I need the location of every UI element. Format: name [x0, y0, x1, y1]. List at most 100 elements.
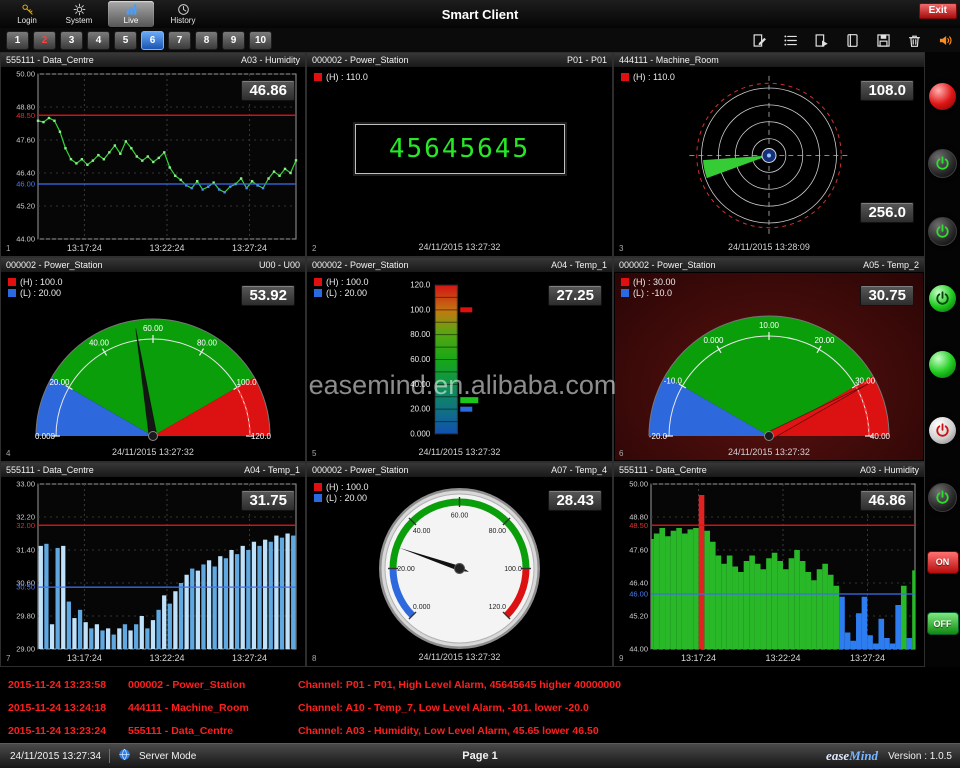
svg-text:13:17:24: 13:17:24 — [67, 243, 102, 253]
alarm-list-button[interactable] — [780, 31, 800, 49]
svg-text:0.000: 0.000 — [703, 336, 724, 345]
legend-text: (H) : 110.0 — [633, 72, 675, 82]
power-icon — [935, 490, 950, 505]
svg-text:120.0: 120.0 — [410, 281, 431, 290]
panel-6-header: 000002 - Power_Station A05 - Temp_2 — [614, 258, 924, 272]
brand-mind: Mind — [849, 748, 878, 763]
svg-text:30.00: 30.00 — [855, 377, 876, 386]
svg-text:40.00: 40.00 — [410, 380, 431, 389]
tab-10[interactable]: 10 — [249, 31, 272, 50]
bookmark-button[interactable] — [842, 31, 862, 49]
alarm-sound-button[interactable] — [935, 31, 955, 49]
legend: (H) : 30.00(L) : -10.0 — [621, 277, 676, 299]
svg-text:10.00: 10.00 — [759, 321, 780, 330]
tab-3[interactable]: 3 — [60, 31, 83, 50]
edit-page-button[interactable] — [749, 31, 769, 49]
svg-text:80.00: 80.00 — [197, 338, 218, 347]
tab-1[interactable]: 1 — [6, 31, 29, 50]
tab-6[interactable]: 6 — [141, 31, 164, 50]
station-label: 555111 - Data_Centre — [6, 55, 94, 65]
side-power-1[interactable] — [928, 149, 957, 178]
svg-text:20.00: 20.00 — [814, 336, 835, 345]
svg-text:33.00: 33.00 — [16, 480, 35, 489]
channel-label: A03 - Humidity — [860, 465, 919, 475]
tab-8[interactable]: 8 — [195, 31, 218, 50]
alarm-station: 444111 - Machine_Room — [128, 702, 298, 714]
status-bar: 24/11/2015 13:27:34 Server Mode Page 1 e… — [0, 743, 960, 768]
alarm-station: 000002 - Power_Station — [128, 679, 298, 691]
svg-text:20.00: 20.00 — [397, 566, 415, 573]
page-play-icon — [814, 33, 829, 48]
side-off-button[interactable]: OFF — [927, 612, 959, 635]
main-area: 555111 - Data_Centre A03 - Humidity 13:1… — [0, 52, 960, 667]
panel-index: 4 — [6, 449, 10, 458]
alarm-time: 2015-11-24 13:23:24 — [8, 725, 128, 737]
alarm-row[interactable]: 2015-11-24 13:23:24555111 - Data_CentreC… — [0, 719, 960, 742]
legend-item: (H) : 30.00 — [621, 277, 676, 287]
svg-text:31.40: 31.40 — [16, 546, 35, 555]
toolbar — [749, 31, 955, 49]
value-badge-bottom: 256.0 — [860, 202, 914, 223]
side-control-panel: ON OFF — [925, 52, 960, 667]
svg-text:48.50: 48.50 — [16, 111, 35, 120]
panel-index: 7 — [6, 654, 10, 663]
alarm-row[interactable]: 2015-11-24 13:23:58000002 - Power_Statio… — [0, 673, 960, 696]
legend-text: (L) : 20.00 — [20, 288, 61, 298]
side-power-2[interactable] — [928, 217, 957, 246]
svg-text:-20.0: -20.0 — [649, 432, 668, 441]
side-on-button[interactable]: ON — [927, 551, 959, 574]
side-power-5[interactable] — [928, 483, 957, 512]
side-power-3[interactable] — [929, 285, 956, 312]
alarm-row[interactable]: 2015-11-24 13:24:18444111 - Machine_Room… — [0, 696, 960, 719]
panel-index: 6 — [619, 449, 623, 458]
tab-5[interactable]: 5 — [114, 31, 137, 50]
app-title: Smart Client — [0, 7, 960, 22]
legend: (H) : 110.0 — [314, 72, 368, 83]
svg-text:13:17:24: 13:17:24 — [681, 653, 716, 663]
value-badge: 28.43 — [548, 490, 602, 511]
svg-text:60.00: 60.00 — [143, 324, 164, 333]
svg-text:46.40: 46.40 — [629, 579, 648, 588]
page-edit-icon — [752, 33, 767, 48]
alarm-list: 2015-11-24 13:23:58000002 - Power_Statio… — [0, 667, 960, 744]
svg-text:13:27:24: 13:27:24 — [232, 243, 267, 253]
panel-1-body: 13:17:2413:22:2413:27:2450.0048.8048.504… — [2, 68, 304, 255]
svg-text:120.0: 120.0 — [489, 604, 507, 611]
panel-8: 000002 - Power_Station A07 - Temp_4 0.00… — [306, 462, 613, 667]
legend-text: (L) : 20.00 — [326, 288, 367, 298]
status-left: 24/11/2015 13:27:34 Server Mode — [10, 748, 196, 764]
legend-color-swatch — [621, 289, 629, 297]
panel-5-header: 000002 - Power_Station A04 - Temp_1 — [307, 258, 612, 272]
server-mode-label: Server Mode — [139, 751, 196, 762]
side-power-4[interactable] — [929, 417, 956, 444]
legend-color-swatch — [314, 494, 322, 502]
tab-7[interactable]: 7 — [168, 31, 191, 50]
run-page-button[interactable] — [811, 31, 831, 49]
svg-text:0.000: 0.000 — [413, 604, 431, 611]
exit-button[interactable]: Exit — [919, 3, 957, 19]
top-bar: LoginSystemLiveHistory Smart Client Exit — [0, 0, 960, 28]
tab-9[interactable]: 9 — [222, 31, 245, 50]
side-indicator-red[interactable] — [929, 83, 956, 110]
panel-4-body: 0.00020.0040.0060.0080.00100.0120.0 (H) … — [2, 273, 304, 460]
svg-text:100.0: 100.0 — [237, 378, 258, 387]
svg-text:20.00: 20.00 — [49, 378, 70, 387]
station-label: 000002 - Power_Station — [312, 260, 409, 270]
brand-ease: ease — [826, 748, 849, 763]
legend-text: (L) : -10.0 — [633, 288, 672, 298]
svg-text:40.00: 40.00 — [870, 432, 891, 441]
panel-8-header: 000002 - Power_Station A07 - Temp_4 — [307, 463, 612, 477]
save-button[interactable] — [873, 31, 893, 49]
side-indicator-green[interactable] — [929, 351, 956, 378]
timestamp: 24/11/2015 13:27:32 — [2, 447, 304, 457]
tab-bar: 12345678910 — [0, 28, 960, 52]
panel-2: 000002 - Power_Station P01 - P01 (H) : 1… — [306, 52, 613, 257]
tab-4[interactable]: 4 — [87, 31, 110, 50]
tab-2[interactable]: 2 — [33, 31, 56, 50]
delete-button[interactable] — [904, 31, 924, 49]
legend-text: (H) : 110.0 — [326, 72, 368, 82]
alarm-message: Channel: P01 - P01, High Level Alarm, 45… — [298, 679, 621, 691]
legend-color-swatch — [314, 289, 322, 297]
status-datetime: 24/11/2015 13:27:34 — [10, 751, 101, 762]
power-icon — [935, 224, 950, 239]
